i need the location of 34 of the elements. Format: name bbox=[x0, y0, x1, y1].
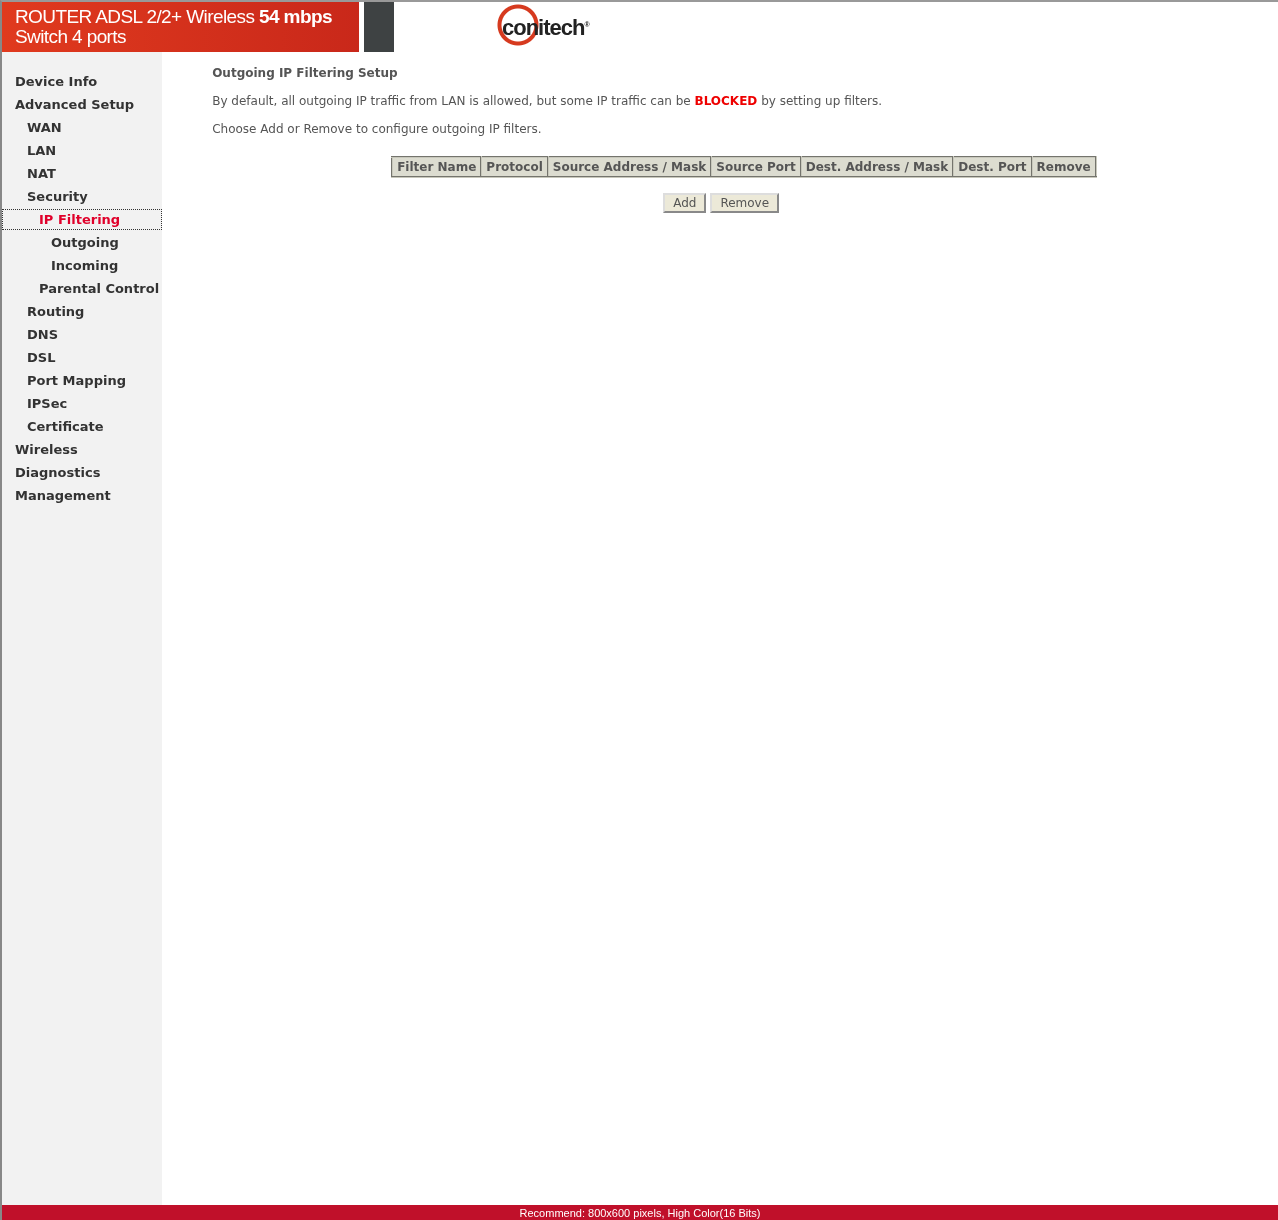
menu-item[interactable]: Advanced Setup bbox=[2, 94, 163, 115]
column-header: Remove bbox=[1031, 157, 1096, 177]
menu-item[interactable]: Port Mapping bbox=[2, 370, 163, 391]
menu-item[interactable]: WAN bbox=[2, 117, 163, 138]
column-header: Source Address / Mask bbox=[547, 157, 712, 177]
menu-item[interactable]: DSL bbox=[2, 347, 163, 368]
menu-item[interactable]: Diagnostics bbox=[2, 462, 163, 483]
column-header: Filter Name bbox=[392, 157, 482, 177]
menu-item[interactable]: NAT bbox=[2, 163, 163, 184]
banner-block bbox=[364, 2, 394, 52]
menu-item[interactable]: IP Filtering bbox=[2, 209, 163, 230]
column-header: Protocol bbox=[481, 157, 548, 177]
menu-item[interactable]: Routing bbox=[2, 301, 163, 322]
instruction-text: Choose Add or Remove to configure outgoing IP filters. bbox=[212, 122, 543, 136]
column-header: Dest. Address / Mask bbox=[800, 157, 954, 177]
form-button[interactable]: Add bbox=[663, 193, 707, 213]
menu-item[interactable]: Device Info bbox=[2, 71, 163, 92]
menu-item[interactable]: Parental Control bbox=[2, 278, 163, 299]
product-banner: ROUTER ADSL 2/2+ Wireless 54 mbps Switch 4 ports bbox=[2, 2, 359, 52]
menu-item[interactable]: Management bbox=[2, 485, 163, 506]
menu-item[interactable]: Incoming bbox=[2, 255, 163, 276]
menu-item[interactable]: Security bbox=[2, 186, 163, 207]
form-button[interactable]: Remove bbox=[710, 193, 780, 213]
menu-item[interactable]: DNS bbox=[2, 324, 163, 345]
column-header: Source Port bbox=[711, 157, 801, 177]
status-bar: Recommend: 800x600 pixels, High Color(16 Bits) bbox=[2, 1205, 1278, 1220]
column-header: Dest. Port bbox=[953, 157, 1032, 177]
menu-item[interactable]: IPSec bbox=[2, 393, 163, 414]
menu-item[interactable]: LAN bbox=[2, 140, 163, 161]
page-title: Outgoing IP Filtering Setup bbox=[212, 66, 399, 80]
menu-item[interactable]: Outgoing bbox=[2, 232, 163, 253]
intro-text: By default, all outgoing IP traffic from LAN is allowed, but some IP traffic can be BLOCKED by setting up filters. bbox=[212, 94, 884, 108]
menu-item[interactable]: Certificate bbox=[2, 416, 163, 437]
menu-item[interactable]: Wireless bbox=[2, 439, 163, 460]
